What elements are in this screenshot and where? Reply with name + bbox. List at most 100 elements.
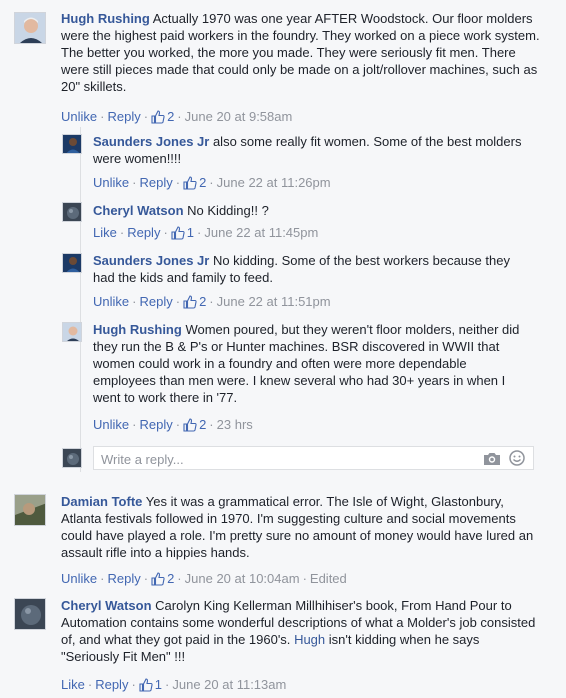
separator: ·: [197, 225, 202, 240]
separator: ·: [209, 417, 214, 432]
reply-author[interactable]: Saunders Jones Jr: [93, 134, 209, 149]
reply-body: Saunders Jones Jr also some really fit w…: [93, 133, 533, 167]
separator: ·: [177, 571, 182, 586]
separator: ·: [119, 225, 125, 240]
unlike-button[interactable]: Unlike: [61, 109, 97, 124]
reply-author[interactable]: Hugh Rushing: [93, 322, 182, 337]
comment-author[interactable]: Damian Tofte: [61, 494, 142, 509]
comment-body: Cheryl Watson Carolyn King Kellerman Mil…: [61, 597, 541, 665]
avatar-saunders-jones-jr[interactable]: [62, 134, 82, 154]
avatar-photo: [15, 13, 45, 43]
separator: ·: [165, 677, 170, 692]
like-count-value: 2: [167, 571, 175, 586]
separator: ·: [209, 175, 214, 190]
reply-timestamp[interactable]: June 22 at 11:26pm: [217, 175, 331, 190]
like-count[interactable]: 1: [139, 677, 162, 692]
comment-timestamp[interactable]: June 20 at 10:04am: [185, 571, 300, 586]
like-count[interactable]: 2: [151, 571, 174, 586]
avatar-current-user: [62, 448, 82, 468]
emoji-icon[interactable]: [509, 450, 525, 469]
reply-author[interactable]: Cheryl Watson: [93, 203, 184, 218]
like-count[interactable]: 2: [183, 175, 206, 190]
avatar-photo: [63, 135, 81, 153]
avatar-cheryl-watson[interactable]: [14, 598, 46, 630]
reply-body: Hugh Rushing Women poured, but they were…: [93, 321, 533, 406]
separator: ·: [143, 571, 149, 586]
reply-button[interactable]: Reply: [107, 571, 140, 586]
separator: ·: [175, 294, 181, 309]
like-count[interactable]: 2: [151, 109, 174, 124]
reply-actions: Unlike · Reply · 2 · June 22 at 11:51pm: [93, 293, 331, 310]
reply-box[interactable]: [93, 446, 534, 470]
reply-author[interactable]: Saunders Jones Jr: [93, 253, 209, 268]
like-count[interactable]: 2: [183, 417, 206, 432]
comment-actions: Unlike · Reply · 2 · June 20 at 9:58am: [61, 108, 292, 125]
separator: ·: [143, 109, 149, 124]
separator: ·: [132, 417, 137, 432]
comment-actions: Like · Reply · 1 · June 20 at 11:13am: [61, 676, 286, 693]
like-count-value: 2: [199, 294, 207, 309]
separator: ·: [87, 677, 93, 692]
avatar-photo: [63, 203, 81, 221]
comment-timestamp[interactable]: June 20 at 9:58am: [185, 109, 293, 124]
thumbs-up-icon: [183, 176, 197, 190]
separator: ·: [132, 294, 137, 309]
like-count-value: 2: [167, 109, 175, 124]
reply-body: Saunders Jones Jr No kidding. Some of th…: [93, 252, 533, 286]
mention-link[interactable]: Hugh: [294, 632, 325, 647]
reply-timestamp[interactable]: June 22 at 11:51pm: [217, 294, 331, 309]
avatar-saunders-jones-jr[interactable]: [62, 253, 82, 273]
reply-input[interactable]: [99, 449, 473, 469]
separator: ·: [175, 175, 181, 190]
separator: ·: [163, 225, 168, 240]
unlike-button[interactable]: Unlike: [93, 294, 129, 309]
unlike-button[interactable]: Unlike: [93, 175, 129, 190]
reply-body: Cheryl Watson No Kidding!! ?: [93, 202, 533, 219]
camera-icon[interactable]: [483, 451, 501, 469]
like-count[interactable]: 2: [183, 294, 206, 309]
like-count-value: 2: [199, 417, 207, 432]
separator: ·: [209, 294, 214, 309]
reply-button[interactable]: Reply: [139, 417, 172, 432]
separator: ·: [175, 417, 181, 432]
reply-button[interactable]: Reply: [139, 294, 172, 309]
like-button[interactable]: Like: [61, 677, 85, 692]
unlike-button[interactable]: Unlike: [61, 571, 97, 586]
reply-button[interactable]: Reply: [127, 225, 160, 240]
comment-body: Damian Tofte Yes it was a grammatical er…: [61, 493, 541, 561]
reply-actions: Unlike · Reply · 2 · 23 hrs: [93, 416, 253, 433]
separator: ·: [100, 571, 105, 586]
reply-timestamp[interactable]: 23 hrs: [217, 417, 253, 432]
avatar-photo: [63, 449, 81, 467]
reply-actions: Unlike · Reply · 2 · June 22 at 11:26pm: [93, 174, 331, 191]
avatar-hugh-rushing[interactable]: [14, 12, 46, 44]
avatar-cheryl-watson[interactable]: [62, 202, 82, 222]
thumbs-up-icon: [171, 226, 185, 240]
thumbs-up-icon: [183, 418, 197, 432]
reply-actions: Like · Reply · 1 · June 22 at 11:45pm: [93, 224, 318, 241]
comment-actions: Unlike · Reply · 2 · June 20 at 10:04am · Edited: [61, 570, 347, 587]
comment-author[interactable]: Cheryl Watson: [61, 598, 152, 613]
avatar-damian-tofte[interactable]: [14, 494, 46, 526]
reply-button[interactable]: Reply: [107, 109, 140, 124]
comment-author[interactable]: Hugh Rushing: [61, 11, 150, 26]
reply-timestamp[interactable]: June 22 at 11:45pm: [204, 225, 318, 240]
unlike-button[interactable]: Unlike: [93, 417, 129, 432]
thumbs-up-icon: [151, 110, 165, 124]
separator: ·: [100, 109, 105, 124]
like-button[interactable]: Like: [93, 225, 117, 240]
comment-body: Hugh Rushing Actually 1970 was one year …: [61, 10, 541, 95]
edited-label[interactable]: Edited: [310, 571, 347, 586]
like-count-value: 1: [186, 225, 195, 240]
separator: ·: [177, 109, 182, 124]
like-count-value: 1: [154, 677, 163, 692]
avatar-photo: [15, 495, 45, 525]
reply-button[interactable]: Reply: [95, 677, 128, 692]
avatar-hugh-rushing[interactable]: [62, 322, 82, 342]
reply-button[interactable]: Reply: [139, 175, 172, 190]
like-count-value: 2: [199, 175, 207, 190]
avatar-photo: [63, 254, 81, 272]
like-count[interactable]: 1: [171, 225, 194, 240]
separator: ·: [132, 175, 137, 190]
comment-timestamp[interactable]: June 20 at 11:13am: [172, 677, 286, 692]
